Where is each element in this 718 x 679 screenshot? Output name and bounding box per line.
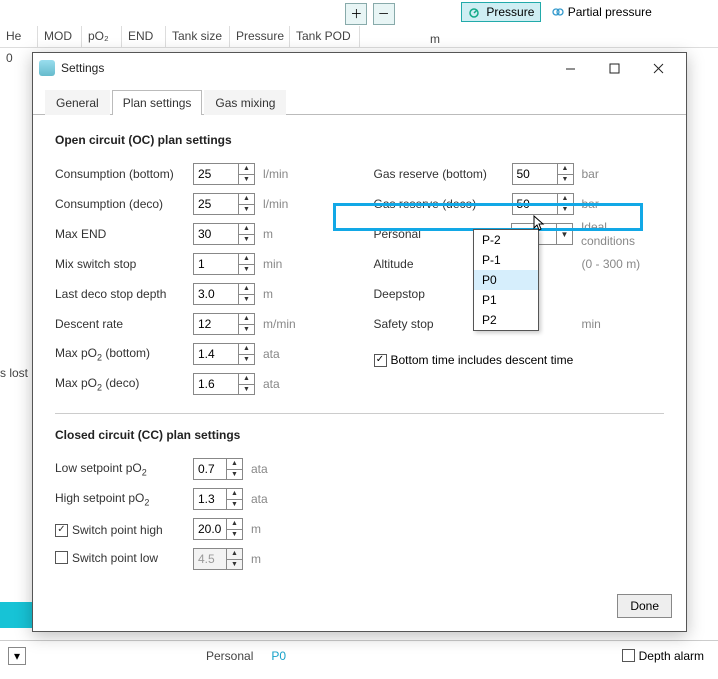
low-sp-input[interactable]: ▲▼ — [193, 458, 243, 480]
last-deco-label: Last deco stop depth — [55, 287, 193, 301]
sp-high-checkbox[interactable]: Switch point high — [55, 523, 163, 537]
sp-high-label: Switch point high — [72, 523, 163, 537]
cons-bottom-label: Consumption (bottom) — [55, 167, 193, 181]
status-personal-value: P0 — [271, 649, 286, 663]
maxpo2b-input[interactable]: ▲▼ — [193, 343, 255, 365]
status-bar: ▾ Personal P0 Depth alarm — [0, 640, 718, 670]
dialog-footer: Done — [33, 591, 686, 631]
mix-switch-label: Mix switch stop — [55, 257, 193, 271]
dialog-title: Settings — [61, 61, 548, 75]
cc-column: Low setpoint pO2 ▲▼ ata High setpoint pO… — [55, 454, 355, 574]
cons-bottom-unit: l/min — [263, 167, 311, 181]
partial-icon — [552, 6, 564, 18]
cons-deco-label: Consumption (deco) — [55, 197, 193, 211]
col-pressure: Pressure — [230, 26, 290, 47]
cc-section-title: Closed circuit (CC) plan settings — [55, 428, 664, 442]
gauge-icon — [468, 6, 482, 18]
tab-general[interactable]: General — [45, 90, 110, 115]
col-tank-pod: Tank POD — [290, 26, 360, 47]
col-po2: pO₂ — [82, 26, 122, 47]
tab-content: Open circuit (OC) plan settings Consumpt… — [33, 115, 686, 591]
mix-switch-input[interactable]: ▲▼ — [193, 253, 255, 275]
grid-header: He MOD pO₂ END Tank size Pressure Tank P… — [0, 26, 718, 48]
col-end: END — [122, 26, 166, 47]
settings-dialog: Settings General Plan settings Gas mixin… — [32, 52, 687, 632]
minimize-button[interactable] — [548, 54, 592, 82]
option-p1[interactable]: P1 — [474, 290, 538, 310]
descent-input[interactable]: ▲▼ — [193, 313, 255, 335]
maxpo2d-label: Max pO2 (deco) — [55, 376, 193, 392]
cons-bottom-input[interactable]: ▲▼ — [193, 163, 255, 185]
bt-includes-label: Bottom time includes descent time — [391, 353, 574, 367]
altitude-hint: (0 - 300 m) — [582, 257, 641, 271]
app-icon — [39, 60, 55, 76]
option-p0[interactable]: P0 — [474, 270, 538, 290]
partial-pressure-toggle[interactable]: Partial pressure — [545, 2, 659, 22]
cons-deco-input[interactable]: ▲▼ — [193, 193, 255, 215]
oc-left-column: Consumption (bottom) ▲▼ l/min Consumptio… — [55, 159, 346, 399]
gas-res-b-label: Gas reserve (bottom) — [374, 167, 512, 181]
high-sp-label: High setpoint pO2 — [55, 491, 193, 507]
col-tank-size: Tank size — [166, 26, 230, 47]
done-button[interactable]: Done — [617, 594, 672, 618]
maximize-button[interactable] — [592, 54, 636, 82]
status-personal-label: Personal — [206, 649, 253, 663]
low-sp-label: Low setpoint pO2 — [55, 461, 193, 477]
background-toolbar: ＋ － Pressure Partial pressure — [0, 0, 718, 25]
gas-res-b-input[interactable]: ▲▼ — [512, 163, 574, 185]
pressure-toggle[interactable]: Pressure — [461, 2, 541, 22]
maxpo2d-input[interactable]: ▲▼ — [193, 373, 255, 395]
status-dropdown[interactable]: ▾ — [8, 647, 26, 665]
bt-includes-checkbox[interactable]: Bottom time includes descent time — [374, 353, 574, 367]
col-mod: MOD — [38, 26, 82, 47]
tab-plan-settings[interactable]: Plan settings — [112, 90, 203, 115]
close-button[interactable] — [636, 54, 680, 82]
col-he: He — [0, 26, 38, 47]
descent-label: Descent rate — [55, 317, 193, 331]
sp-low-input: ▲▼ — [193, 548, 243, 570]
pressure-label: Pressure — [486, 5, 534, 19]
tab-gas-mixing[interactable]: Gas mixing — [204, 90, 286, 115]
depth-alarm-checkbox[interactable]: Depth alarm — [622, 649, 704, 663]
option-p-minus-1[interactable]: P-1 — [474, 250, 538, 270]
depth-alarm-label: Depth alarm — [639, 649, 704, 663]
personal-dropdown[interactable]: P-2 P-1 P0 P1 P2 — [473, 229, 539, 331]
option-p2[interactable]: P2 — [474, 310, 538, 330]
add-button[interactable]: ＋ — [345, 3, 367, 25]
partial-pressure-label: Partial pressure — [568, 5, 652, 19]
titlebar: Settings — [33, 53, 686, 83]
maxpo2b-label: Max pO2 (bottom) — [55, 346, 193, 362]
sp-low-checkbox[interactable]: Switch point low — [55, 551, 158, 565]
personal-hint: Ideal conditions — [581, 220, 664, 248]
sp-high-input[interactable]: ▲▼ — [193, 518, 243, 540]
gas-res-d-label: Gas reserve (deco) — [374, 197, 512, 211]
max-end-label: Max END — [55, 227, 193, 241]
sp-low-label: Switch point low — [72, 551, 158, 565]
tab-strip: General Plan settings Gas mixing — [33, 89, 686, 115]
high-sp-input[interactable]: ▲▼ — [193, 488, 243, 510]
option-p-minus-2[interactable]: P-2 — [474, 230, 538, 250]
chevron-down-icon[interactable]: ▼ — [556, 224, 572, 244]
oc-section-title: Open circuit (OC) plan settings — [55, 133, 664, 147]
s-lost-label: s lost — [0, 366, 28, 380]
last-deco-input[interactable]: ▲▼ — [193, 283, 255, 305]
gas-res-d-input[interactable]: ▲▼ — [512, 193, 574, 215]
separator — [55, 413, 664, 414]
remove-button[interactable]: － — [373, 3, 395, 25]
max-end-input[interactable]: ▲▼ — [193, 223, 255, 245]
